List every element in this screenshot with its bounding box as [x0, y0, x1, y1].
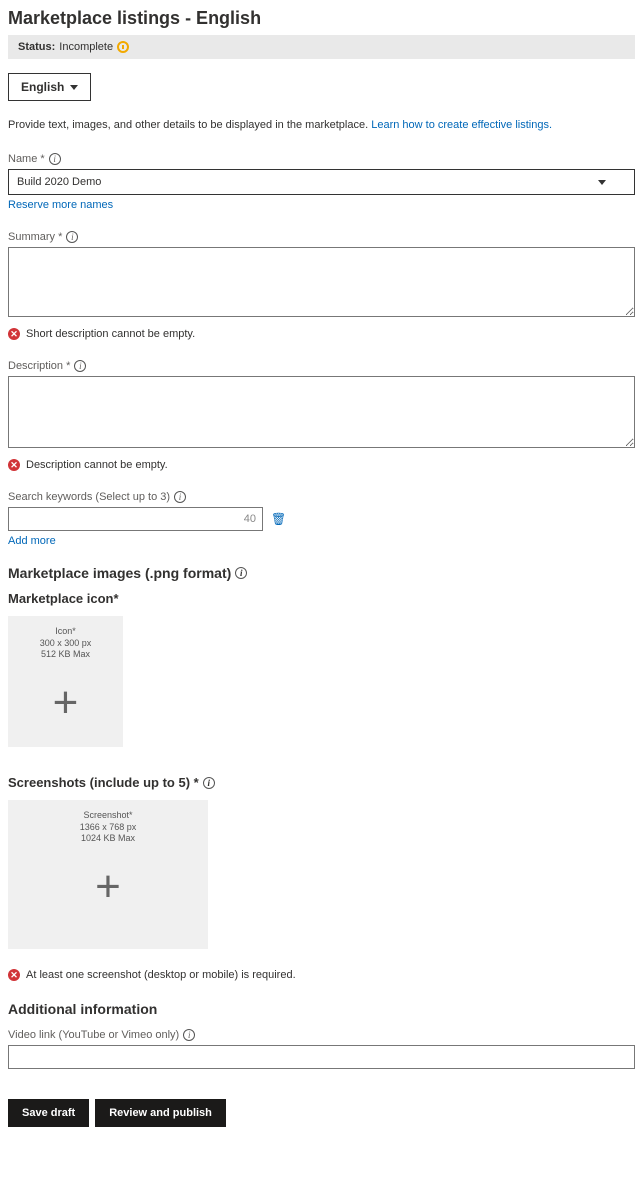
- name-label: Name *: [8, 153, 45, 165]
- screenshots-heading-text: Screenshots (include up to 5) *: [8, 775, 199, 790]
- language-dropdown-label: English: [21, 80, 64, 94]
- name-select-value: Build 2020 Demo: [17, 176, 101, 188]
- status-label: Status:: [18, 41, 55, 53]
- icon-tile-title: Icon*: [14, 626, 117, 638]
- icon-tile-dims: 300 x 300 px: [14, 638, 117, 650]
- screenshot-tile-max: 1024 KB Max: [14, 833, 202, 845]
- plus-icon: +: [14, 681, 117, 725]
- screenshot-error: ✕ At least one screenshot (desktop or mo…: [8, 969, 635, 981]
- info-icon[interactable]: i: [174, 491, 186, 503]
- icon-upload-tile[interactable]: Icon* 300 x 300 px 512 KB Max +: [8, 616, 123, 747]
- keyword-input[interactable]: [8, 507, 263, 531]
- summary-error: ✕ Short description cannot be empty.: [8, 328, 635, 340]
- screenshot-tile-dims: 1366 x 768 px: [14, 822, 202, 834]
- images-heading: Marketplace images (.png format) i: [8, 565, 635, 581]
- additional-info-heading: Additional information: [8, 1001, 635, 1017]
- keywords-section: Search keywords (Select up to 3) i 🗑 Add…: [8, 489, 635, 547]
- icon-tile-spec: Icon* 300 x 300 px 512 KB Max: [14, 626, 117, 661]
- add-more-link[interactable]: Add more: [8, 535, 56, 547]
- learn-listings-link[interactable]: Learn how to create effective listings.: [371, 119, 552, 131]
- video-link-section: Video link (YouTube or Vimeo only) i: [8, 1027, 635, 1069]
- screenshots-heading: Screenshots (include up to 5) * i: [8, 775, 635, 790]
- summary-section: Summary * i ✕ Short description cannot b…: [8, 229, 635, 340]
- screenshot-error-text: At least one screenshot (desktop or mobi…: [26, 969, 296, 981]
- video-link-input[interactable]: [8, 1045, 635, 1069]
- intro-body: Provide text, images, and other details …: [8, 119, 371, 131]
- info-icon[interactable]: i: [203, 777, 215, 789]
- name-select[interactable]: Build 2020 Demo: [8, 169, 635, 195]
- description-label: Description *: [8, 360, 70, 372]
- summary-textarea[interactable]: [8, 247, 635, 317]
- info-icon[interactable]: i: [183, 1029, 195, 1041]
- status-incomplete-icon: [117, 41, 129, 53]
- summary-label: Summary *: [8, 231, 62, 243]
- language-dropdown[interactable]: English: [8, 73, 91, 101]
- save-draft-button[interactable]: Save draft: [8, 1099, 89, 1127]
- footer-bar: Save draft Review and publish: [8, 1087, 635, 1127]
- error-icon: ✕: [8, 459, 20, 471]
- info-icon[interactable]: i: [74, 360, 86, 372]
- page-title: Marketplace listings - English: [8, 8, 635, 29]
- keywords-label: Search keywords (Select up to 3): [8, 491, 170, 503]
- review-publish-button[interactable]: Review and publish: [95, 1099, 226, 1127]
- plus-icon: +: [14, 865, 202, 909]
- summary-error-text: Short description cannot be empty.: [26, 328, 195, 340]
- info-icon[interactable]: i: [66, 231, 78, 243]
- chevron-down-icon: [70, 85, 78, 90]
- marketplace-icon-heading: Marketplace icon*: [8, 591, 635, 606]
- images-heading-text: Marketplace images (.png format): [8, 565, 231, 581]
- description-error-text: Description cannot be empty.: [26, 459, 168, 471]
- error-icon: ✕: [8, 969, 20, 981]
- screenshot-tile-title: Screenshot*: [14, 810, 202, 822]
- delete-keyword-icon[interactable]: 🗑: [271, 512, 286, 526]
- info-icon[interactable]: i: [235, 567, 247, 579]
- intro-text: Provide text, images, and other details …: [8, 119, 635, 131]
- chevron-down-icon: [598, 180, 606, 185]
- description-error: ✕ Description cannot be empty.: [8, 459, 635, 471]
- video-link-label: Video link (YouTube or Vimeo only): [8, 1029, 179, 1041]
- name-section: Name * i Build 2020 Demo Reserve more na…: [8, 151, 635, 211]
- description-textarea[interactable]: [8, 376, 635, 448]
- status-value: Incomplete: [59, 41, 113, 53]
- screenshot-upload-tile[interactable]: Screenshot* 1366 x 768 px 1024 KB Max +: [8, 800, 208, 949]
- description-section: Description * i ✕ Description cannot be …: [8, 358, 635, 471]
- status-bar: Status: Incomplete: [8, 35, 635, 59]
- reserve-names-link[interactable]: Reserve more names: [8, 199, 113, 211]
- error-icon: ✕: [8, 328, 20, 340]
- screenshot-tile-spec: Screenshot* 1366 x 768 px 1024 KB Max: [14, 810, 202, 845]
- icon-tile-max: 512 KB Max: [14, 649, 117, 661]
- info-icon[interactable]: i: [49, 153, 61, 165]
